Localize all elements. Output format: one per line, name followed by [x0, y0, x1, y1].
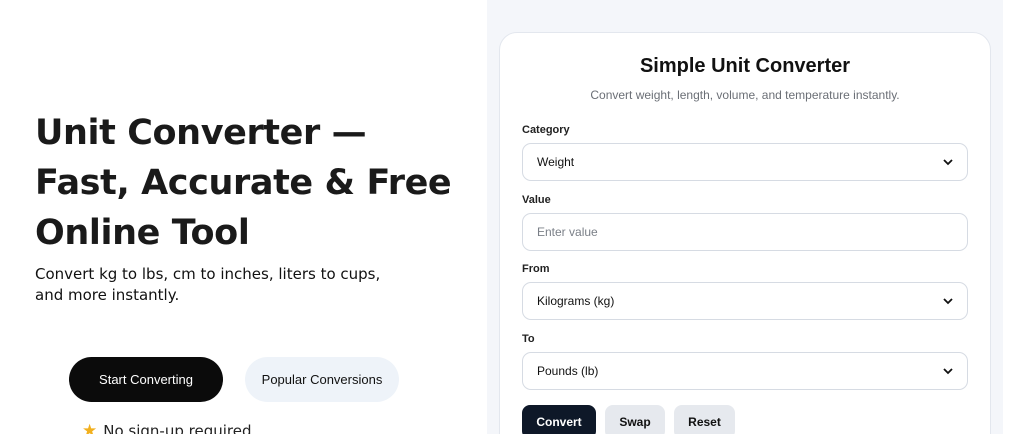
from-unit-select[interactable]: Kilograms (kg) — [522, 282, 968, 320]
chevron-down-icon — [943, 366, 953, 376]
feature-no-signup: ★ No sign-up required — [82, 421, 252, 434]
feature-text: No sign-up required — [103, 422, 252, 434]
value-field — [522, 213, 968, 251]
category-select[interactable]: Weight — [522, 143, 968, 181]
page: Unit Converter — Fast, Accurate & Free O… — [0, 0, 1024, 434]
to-unit-select[interactable]: Pounds (lb) — [522, 352, 968, 390]
swap-button[interactable]: Swap — [605, 405, 665, 434]
star-icon: ★ — [82, 420, 98, 434]
converter-title: Simple Unit Converter — [639, 55, 851, 77]
to-label: To — [522, 333, 535, 345]
value-label: Value — [522, 194, 551, 206]
to-unit-select-value: Pounds (lb) — [537, 364, 599, 378]
converter-subtitle: Convert weight, length, volume, and temp… — [590, 88, 900, 102]
hero-section: Unit Converter — Fast, Accurate & Free O… — [0, 0, 487, 434]
chevron-down-icon — [943, 157, 953, 167]
category-select-value: Weight — [537, 155, 575, 169]
hero-subtitle: Convert kg to lbs, cm to inches, liters … — [35, 265, 381, 304]
from-label: From — [522, 263, 550, 275]
value-input[interactable] — [537, 225, 953, 239]
category-label: Category — [522, 124, 570, 136]
reset-button[interactable]: Reset — [674, 405, 735, 434]
hero-title: Unit Converter — Fast, Accurate & Free O… — [35, 113, 452, 253]
popular-conversions-button[interactable]: Popular Conversions — [245, 357, 399, 402]
chevron-down-icon — [943, 296, 953, 306]
convert-button[interactable]: Convert — [522, 405, 596, 434]
converter-card: Simple Unit Converter Convert weight, le… — [499, 32, 991, 434]
start-converting-button[interactable]: Start Converting — [69, 357, 223, 402]
from-unit-select-value: Kilograms (kg) — [537, 294, 615, 308]
